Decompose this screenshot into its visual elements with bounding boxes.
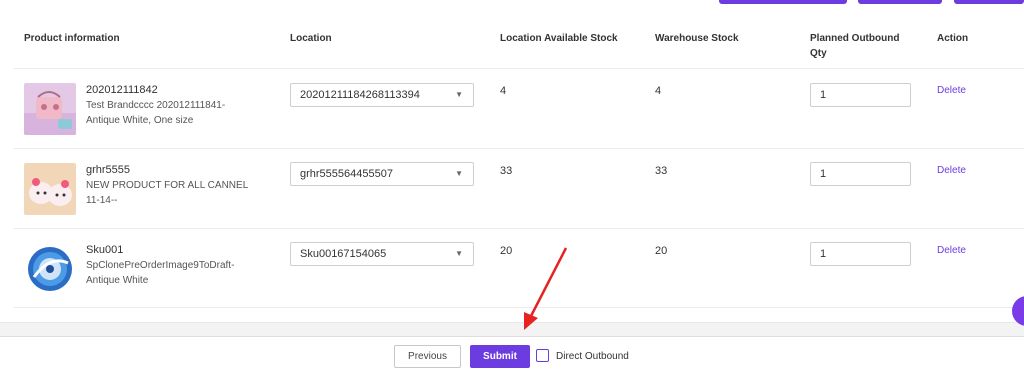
location-select[interactable]: 20201211184268113394 ▼ (290, 83, 474, 107)
description-line: Antique White, One size (86, 115, 194, 126)
planned-qty-input[interactable] (810, 162, 911, 186)
top-button-2[interactable] (858, 0, 942, 4)
product-description: Test Brandcccc 202012111841- Antique Whi… (86, 98, 266, 128)
delete-link[interactable]: Delete (937, 245, 966, 256)
description-line: NEW PRODUCT FOR ALL CANNEL (86, 180, 249, 191)
product-sku: Sku001 (86, 244, 124, 256)
row-divider (14, 148, 1024, 149)
description-line: Test Brandcccc 202012111841- (86, 100, 226, 111)
location-select-value: 20201211184268113394 (300, 89, 420, 101)
location-select[interactable]: grhr555564455507 ▼ (290, 162, 474, 186)
warehouse-stock: 4 (655, 85, 662, 97)
planned-qty-input[interactable] (810, 242, 911, 266)
submit-button[interactable]: Submit (470, 345, 530, 368)
product-description: NEW PRODUCT FOR ALL CANNEL 11-14-- (86, 178, 266, 208)
header-planned-line1: Planned Outbound (810, 33, 900, 44)
location-available-stock: 20 (500, 245, 513, 257)
top-button-1[interactable] (719, 0, 847, 4)
previous-button[interactable]: Previous (394, 345, 461, 368)
header-location: Location (290, 33, 332, 44)
row-divider (14, 307, 1024, 308)
location-select-value: grhr555564455507 (300, 168, 393, 180)
description-line: SpClonePreOrderImage9ToDraft- (86, 260, 235, 271)
product-sku: 202012111842 (86, 84, 158, 96)
product-thumbnail-blue-swirl (24, 243, 76, 295)
location-available-stock: 33 (500, 165, 513, 177)
chevron-down-icon: ▼ (455, 169, 463, 178)
description-line: 11-14-- (86, 195, 118, 206)
product-sku: grhr5555 (86, 164, 131, 176)
location-select-value: Sku00167154065 (300, 248, 387, 260)
warehouse-stock: 33 (655, 165, 668, 177)
warehouse-stock: 20 (655, 245, 668, 257)
chevron-down-icon: ▼ (455, 90, 463, 99)
header-action: Action (937, 33, 969, 44)
product-thumbnail-pink-bag (24, 83, 76, 135)
top-button-3[interactable] (954, 0, 1024, 4)
header-product-information: Product information (24, 33, 120, 44)
product-thumbnail-hello-kitty (24, 163, 76, 215)
location-available-stock: 4 (500, 85, 507, 97)
location-select[interactable]: Sku00167154065 ▼ (290, 242, 474, 266)
direct-outbound-label: Direct Outbound (556, 351, 629, 362)
delete-link[interactable]: Delete (937, 165, 966, 176)
header-planned-outbound-qty: Planned Outbound Qty (810, 31, 899, 61)
description-line: Antique White (86, 275, 149, 286)
row-divider (14, 68, 1024, 69)
row-divider (14, 228, 1024, 229)
product-description: SpClonePreOrderImage9ToDraft- Antique Wh… (86, 258, 266, 288)
planned-qty-input[interactable] (810, 83, 911, 107)
direct-outbound-checkbox[interactable] (536, 349, 549, 362)
header-location-available-stock: Location Available Stock (500, 33, 618, 44)
content-bottom-band (0, 322, 1024, 336)
delete-link[interactable]: Delete (937, 85, 966, 96)
chevron-down-icon: ▼ (455, 249, 463, 258)
header-warehouse-stock: Warehouse Stock (655, 33, 739, 44)
header-planned-line2: Qty (810, 48, 827, 59)
